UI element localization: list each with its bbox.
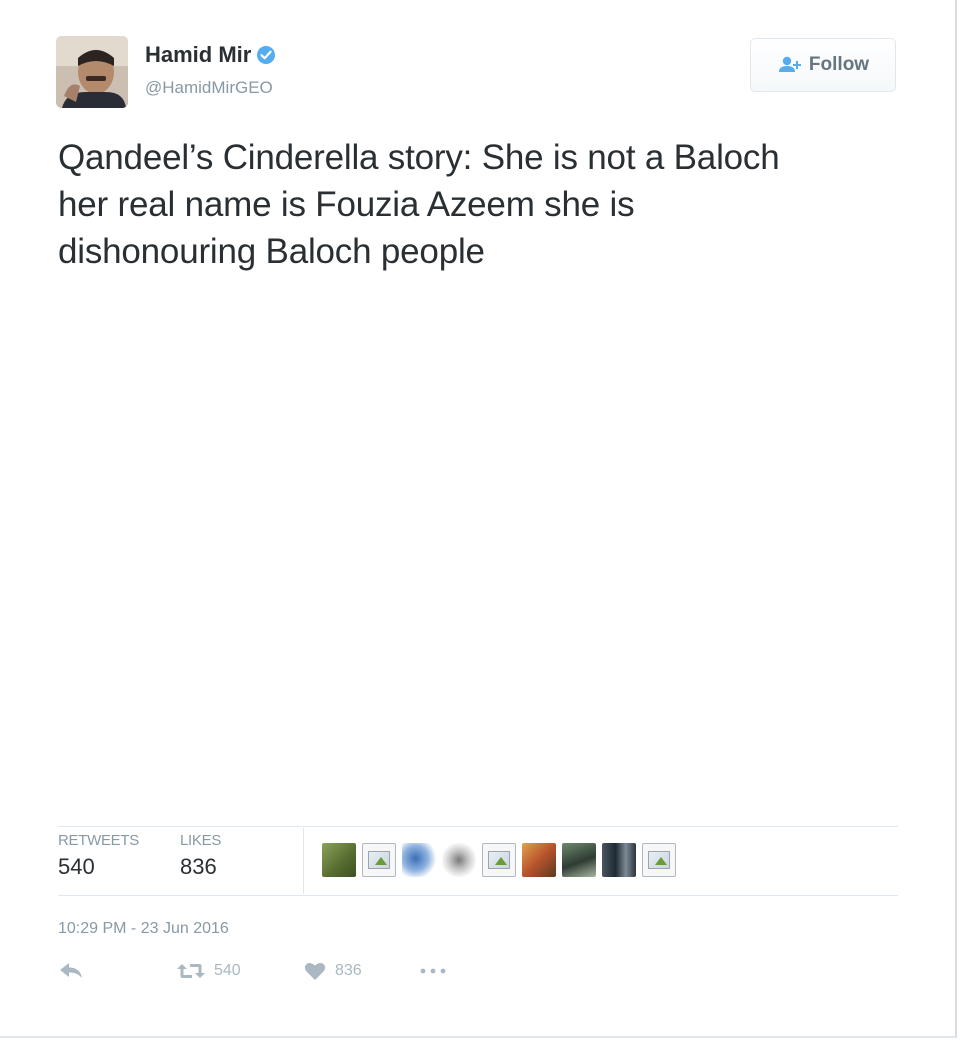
retweets-label: RETWEETS (58, 832, 139, 849)
likes-stat[interactable]: LIKES 836 (180, 832, 221, 880)
avatar[interactable] (56, 36, 128, 108)
display-name[interactable]: Hamid Mir (145, 42, 276, 68)
follow-button[interactable]: Follow (750, 38, 896, 92)
retweets-count: 540 (58, 854, 95, 879)
tweet-card: Hamid Mir @HamidMirGEO Follow Qandeel’s … (0, 0, 957, 1038)
follow-button-label: Follow (808, 54, 870, 75)
liker-avatar[interactable] (522, 843, 556, 877)
more-button[interactable] (418, 960, 448, 982)
retweet-icon (177, 964, 205, 978)
broken-image-icon[interactable] (482, 843, 516, 877)
verified-badge-icon (257, 46, 276, 64)
tweet-text: Qandeel’s Cinderella story: She is not a… (58, 134, 898, 275)
reply-icon (60, 963, 82, 978)
user-handle[interactable]: @HamidMirGEO (145, 78, 273, 98)
retweet-count: 540 (214, 962, 241, 979)
liker-avatar[interactable] (402, 843, 436, 877)
retweets-stat[interactable]: RETWEETS 540 (58, 832, 139, 880)
stats-divider (58, 895, 898, 896)
more-dots-icon (420, 968, 446, 974)
broken-image-icon[interactable] (642, 843, 676, 877)
stats-separator (303, 828, 304, 894)
liker-avatar[interactable] (602, 843, 636, 877)
reply-button[interactable] (58, 960, 84, 982)
follow-person-icon (778, 56, 801, 72)
liker-avatar[interactable] (442, 843, 476, 877)
likes-count: 836 (180, 854, 217, 879)
tweet-text-line: Qandeel’s Cinderella story: She is not a… (58, 138, 780, 177)
liker-avatars (322, 843, 676, 877)
tweet-timestamp[interactable]: 10:29 PM - 23 Jun 2016 (58, 920, 229, 938)
liker-avatar[interactable] (562, 843, 596, 877)
likes-label: LIKES (180, 832, 222, 849)
like-count: 836 (335, 962, 362, 979)
heart-icon (304, 962, 326, 980)
like-button[interactable]: 836 (303, 960, 362, 982)
retweet-button[interactable]: 540 (176, 960, 241, 982)
liker-avatar[interactable] (322, 843, 356, 877)
tweet-text-line: her real name is Fouzia Azeem she is (58, 185, 635, 224)
stats-divider (58, 826, 898, 827)
broken-image-icon[interactable] (362, 843, 396, 877)
display-name-text: Hamid Mir (145, 42, 252, 67)
tweet-text-line: dishonouring Baloch people (58, 232, 485, 271)
avatar-photo (56, 36, 128, 108)
